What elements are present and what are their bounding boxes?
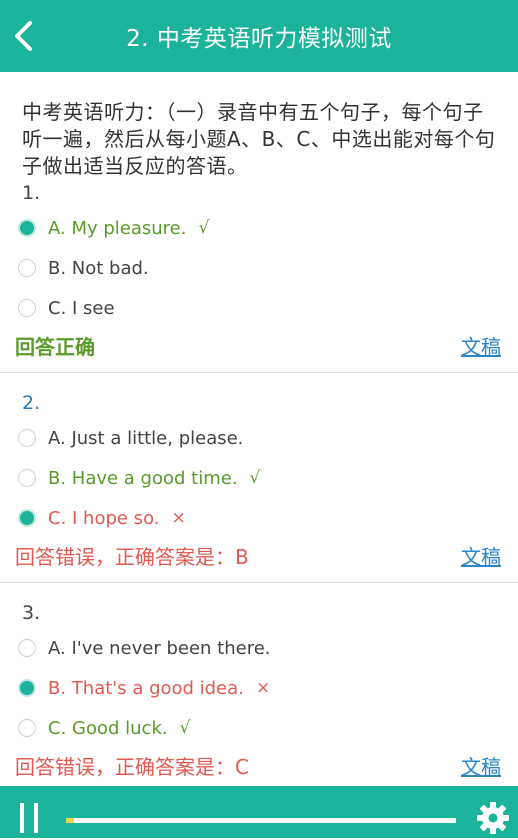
radio-unselected[interactable]	[18, 719, 36, 737]
option-c[interactable]: C. I see	[18, 295, 115, 321]
radio-unselected[interactable]	[18, 259, 36, 277]
option-text: A. My pleasure.	[48, 217, 187, 239]
option-text: C. I see	[48, 297, 115, 319]
audio-player-bar	[0, 786, 518, 838]
option-a[interactable]: A. I've never been there.	[18, 635, 271, 661]
radio-unselected[interactable]	[18, 639, 36, 657]
question-list: 中考英语听力：（一）录音中有五个句子，每个句子听一遍，然后从每小题A、B、C、中…	[0, 72, 518, 786]
gear-icon	[477, 802, 509, 834]
answer-result: 回答正确	[15, 335, 95, 359]
radio-unselected[interactable]	[18, 469, 36, 487]
question-number: 1.	[22, 182, 41, 204]
pause-icon	[20, 803, 24, 833]
divider	[0, 372, 518, 373]
settings-button[interactable]	[475, 800, 511, 836]
top-bar: 2. 中考英语听力模拟测试	[0, 0, 518, 72]
radio-unselected[interactable]	[18, 299, 36, 317]
progress-fill	[66, 818, 74, 823]
option-text: C. I hope so.	[48, 507, 160, 529]
option-a[interactable]: A. Just a little, please.	[18, 425, 243, 451]
transcript-link[interactable]: 文稿	[461, 331, 501, 360]
radio-selected[interactable]	[18, 219, 36, 237]
progress-track[interactable]	[66, 818, 456, 823]
option-c[interactable]: C. Good luck. √	[18, 715, 190, 741]
radio-selected[interactable]	[18, 679, 36, 697]
check-mark-icon: √	[198, 218, 210, 238]
option-text: C. Good luck.	[48, 717, 168, 739]
radio-unselected[interactable]	[18, 429, 36, 447]
option-b[interactable]: B. That's a good idea. ×	[18, 675, 270, 701]
divider	[0, 582, 518, 583]
check-mark-icon: √	[249, 468, 261, 488]
question-number: 3.	[22, 602, 41, 624]
page-title: 2. 中考英语听力模拟测试	[126, 26, 392, 52]
instructions-text: 中考英语听力：（一）录音中有五个句子，每个句子听一遍，然后从每小题A、B、C、中…	[22, 100, 496, 178]
transcript-link[interactable]: 文稿	[461, 751, 501, 780]
transcript-link[interactable]: 文稿	[461, 541, 501, 570]
option-b[interactable]: B. Not bad.	[18, 255, 149, 281]
answer-result: 回答错误，正确答案是：C	[15, 755, 249, 779]
pause-button[interactable]	[16, 803, 42, 833]
option-c[interactable]: C. I hope so. ×	[18, 505, 186, 531]
cross-mark-icon: ×	[255, 678, 271, 698]
option-text: B. Not bad.	[48, 257, 149, 279]
question-number: 2.	[22, 392, 41, 414]
option-a[interactable]: A. My pleasure. √	[18, 215, 209, 241]
radio-selected[interactable]	[18, 509, 36, 527]
check-mark-icon: √	[179, 718, 191, 738]
answer-result: 回答错误，正确答案是：B	[15, 545, 249, 569]
option-b[interactable]: B. Have a good time. √	[18, 465, 260, 491]
option-text: A. Just a little, please.	[48, 427, 244, 449]
option-text: B. Have a good time.	[48, 467, 238, 489]
pause-icon	[34, 803, 38, 833]
cross-mark-icon: ×	[171, 508, 186, 528]
option-text: A. I've never been there.	[48, 637, 271, 659]
option-text: B. That's a good idea.	[48, 677, 244, 699]
